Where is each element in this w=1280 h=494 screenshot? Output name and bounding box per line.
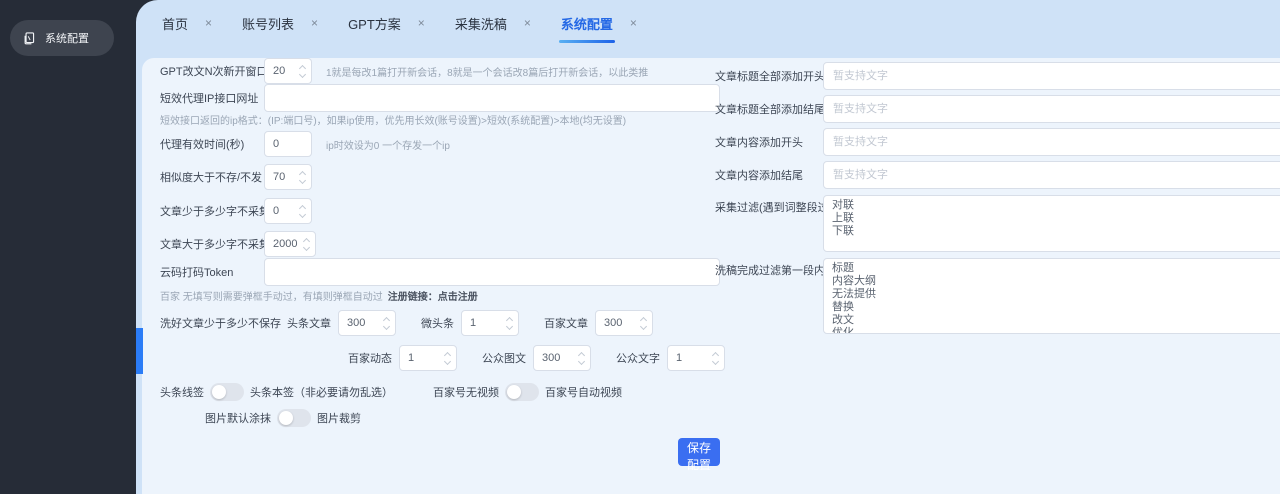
stepper-icons[interactable] [711,353,720,364]
close-icon[interactable]: × [524,17,531,29]
stepper-icons[interactable] [577,353,586,364]
main-area: 首页 × 账号列表 × GPT方案 × 采集洗稿 × 系统配置 × GPT改文N… [136,0,1280,494]
switch-row-1: 头条线签 头条本签（非必要请勿乱选） 百家号无视频 百家号自动视频 [160,382,720,402]
form-row-similarity: 相似度大于不存/不发 [160,164,720,190]
close-icon[interactable]: × [311,17,318,29]
stepper-icons[interactable] [298,66,307,77]
stepper-icons[interactable] [302,239,311,250]
form-row-proxy-api: 短效代理IP接口网址 [160,84,720,112]
title-suffix-input[interactable] [823,95,1280,123]
micro-toutiao-input [461,310,519,336]
document-copy-icon [22,31,37,46]
close-icon[interactable]: × [418,17,425,29]
sidebar-item-label: 系统配置 [45,30,89,46]
form-right-column: 文章标题全部添加开头 文章标题全部添加结尾 文章内容添加开头 文章内容添加结尾 … [715,62,1280,334]
captcha-hint-row: 百家 无填写则需要弹框手动过，有填则弹框自动过 注册链接：点击注册 [160,288,720,303]
stepper-icons[interactable] [639,318,648,329]
proxy-api-input[interactable] [264,84,720,112]
content-prefix-input[interactable] [823,128,1280,156]
form-row-title-suffix: 文章标题全部添加结尾 [715,95,1280,123]
tab-account-list[interactable]: 账号列表 × [242,14,318,33]
baijia-dongtai-input [399,345,457,371]
form-row-gpt-rewrite: GPT改文N次新开窗口 1就是每改1篇打开新会话，8就是一个会话改8篇后打开新会… [160,58,720,84]
stepper-icons[interactable] [443,353,452,364]
first-para-filter-textarea[interactable]: 标题 内容大纲 无法提供 替换 改文 优化 [823,258,1280,334]
proxy-ttl-input [264,131,312,157]
gongzhong-wenzi-input [667,345,725,371]
tab-system-config[interactable]: 系统配置 × [561,14,637,33]
max-words-input [264,231,316,257]
baijia-video-toggle[interactable] [505,383,539,401]
sidebar-item-system-config[interactable]: 系统配置 [10,20,114,56]
proxy-ttl-value[interactable] [273,138,307,150]
stepper-icons[interactable] [505,318,514,329]
tab-home[interactable]: 首页 × [162,14,212,33]
form-row-content-suffix: 文章内容添加结尾 [715,161,1280,189]
stepper-icons[interactable] [298,172,307,183]
toutiao-sign-toggle[interactable] [210,383,244,401]
title-prefix-input[interactable] [823,62,1280,90]
form-row-min-words: 文章少于多少字不采集 [160,198,720,224]
form-row-title-prefix: 文章标题全部添加开头 [715,62,1280,90]
stepper-icons[interactable] [382,318,391,329]
form-row-min-save-2: 百家动态 公众图文 公众文字 [348,345,720,371]
proxy-hint-row: 短效接口返回的ip格式：(IP:端口号)，如果ip使用，优先用长效(账号设置)>… [160,112,720,127]
form-row-max-words: 文章大于多少字不采集 [160,231,720,257]
toutiao-article-input [338,310,396,336]
save-row: 保存配置 [160,438,720,466]
stepper-icons[interactable] [298,206,307,217]
captcha-token-input[interactable] [264,258,720,286]
save-config-button[interactable]: 保存配置 [678,438,720,466]
sidebar: 系统配置 [0,0,136,494]
gpt-rewrite-input [264,58,312,84]
form-row-min-save-1: 洗好文章少于多少不保存 头条文章 微头条 百家文章 [160,310,720,336]
form-row-proxy-ttl: 代理有效时间(秒) ip时效设为0 一个存发一个ip [160,131,720,157]
collect-filter-textarea[interactable]: 对联 上联 下联 [823,195,1280,252]
tab-gpt-plan[interactable]: GPT方案 × [348,14,425,33]
switch-row-2: 图片默认涂抹 图片裁剪 [205,408,720,428]
form-row-content-prefix: 文章内容添加开头 [715,128,1280,156]
config-panel: GPT改文N次新开窗口 1就是每改1篇打开新会话，8就是一个会话改8篇后打开新会… [142,58,1280,494]
form-row-captcha-token: 云码打码Token [160,258,720,286]
gpt-rewrite-value[interactable] [273,65,298,77]
tab-collect-rewrite[interactable]: 采集洗稿 × [455,14,531,33]
register-link[interactable]: 注册链接：点击注册 [388,288,478,303]
similarity-value[interactable] [273,171,298,183]
gongzhong-tuwen-input [533,345,591,371]
content-suffix-input[interactable] [823,161,1280,189]
sidebar-collapse-handle[interactable] [136,328,143,374]
tab-bar: 首页 × 账号列表 × GPT方案 × 采集洗稿 × 系统配置 × [136,0,1280,46]
min-words-input [264,198,312,224]
baijia-article-input [595,310,653,336]
image-blur-toggle[interactable] [277,409,311,427]
form-left-column: GPT改文N次新开窗口 1就是每改1篇打开新会话，8就是一个会话改8篇后打开新会… [160,58,720,466]
close-icon[interactable]: × [630,17,637,29]
similarity-input [264,164,312,190]
form-row-first-para-filter: 洗稿完成过滤第一段内容 标题 内容大纲 无法提供 替换 改文 优化 [715,258,1280,334]
max-words-value[interactable] [273,238,302,250]
form-row-collect-filter: 采集过滤(遇到词整段过滤) 对联 上联 下联 [715,195,1280,252]
min-words-value[interactable] [273,205,298,217]
close-icon[interactable]: × [205,17,212,29]
